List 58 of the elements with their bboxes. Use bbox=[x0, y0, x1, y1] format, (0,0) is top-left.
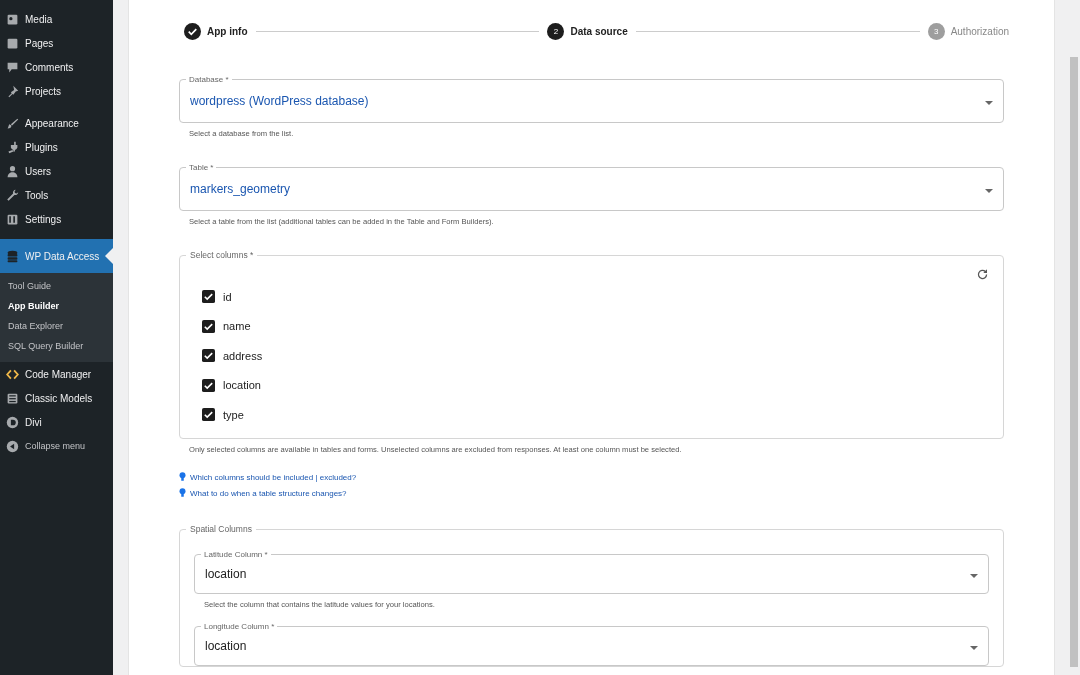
checkbox-label: type bbox=[223, 408, 244, 421]
step-number: 3 bbox=[927, 22, 945, 40]
step-label: Authorization bbox=[950, 25, 1009, 37]
checkbox-label: address bbox=[223, 349, 263, 362]
step-label: App info bbox=[207, 25, 248, 37]
pointer-icon bbox=[105, 248, 113, 264]
sidebar-item[interactable]: Tools bbox=[0, 183, 113, 207]
submenu-item[interactable]: Tool Guide bbox=[0, 276, 113, 296]
wrench-icon bbox=[6, 188, 19, 202]
checkbox[interactable] bbox=[202, 319, 215, 333]
sidebar-item[interactable]: Projects bbox=[0, 79, 113, 103]
check-circle-icon bbox=[184, 22, 201, 40]
brush-icon bbox=[6, 116, 19, 130]
user-icon bbox=[6, 164, 19, 178]
sidebar-item[interactable]: Users bbox=[0, 159, 113, 183]
scrollbar-thumb[interactable] bbox=[1070, 57, 1078, 667]
plug-icon bbox=[6, 140, 19, 154]
media-icon bbox=[6, 12, 19, 26]
submenu-item[interactable]: SQL Query Builder bbox=[0, 336, 113, 356]
refresh-icon[interactable] bbox=[976, 268, 989, 281]
help-link[interactable]: Which columns should be included | excluded? bbox=[190, 472, 357, 482]
checkbox-label: id bbox=[223, 290, 232, 303]
checkbox-label: name bbox=[223, 320, 251, 333]
database-icon bbox=[6, 249, 19, 263]
sidebar-item[interactable]: Divi bbox=[0, 410, 113, 434]
lightbulb-icon bbox=[179, 488, 186, 498]
lightbulb-icon bbox=[179, 472, 186, 482]
sidebar-item[interactable]: Collapse menu bbox=[0, 434, 113, 458]
sidebar-item[interactable]: WP Data Access bbox=[0, 239, 113, 273]
sidebar-item[interactable]: Comments bbox=[0, 55, 113, 79]
checkbox[interactable] bbox=[202, 378, 215, 392]
code-icon bbox=[6, 367, 19, 381]
collapse-icon bbox=[6, 439, 19, 453]
submenu-item[interactable]: Data Explorer bbox=[0, 316, 113, 336]
submenu-item[interactable]: App Builder bbox=[0, 296, 113, 316]
checkbox-label: location bbox=[223, 379, 261, 392]
caret-icon bbox=[970, 574, 978, 578]
panel-legend: Spatial Columns bbox=[186, 524, 256, 535]
sidebar-item[interactable]: Classic Models bbox=[0, 386, 113, 410]
sidebar-item[interactable]: Media bbox=[0, 7, 113, 31]
caret-icon bbox=[985, 101, 993, 105]
step-number: 2 bbox=[547, 22, 565, 40]
step-label: Data source bbox=[570, 25, 628, 37]
sidebar-item[interactable]: Settings bbox=[0, 207, 113, 231]
speech-bubble-icon bbox=[6, 60, 19, 74]
caret-icon bbox=[970, 646, 978, 650]
checkbox[interactable] bbox=[202, 349, 215, 363]
sidebar-item[interactable]: Code Manager bbox=[0, 362, 113, 386]
sidebar-item[interactable]: Appearance bbox=[0, 111, 113, 135]
pin-icon bbox=[6, 84, 19, 98]
checkbox[interactable] bbox=[202, 290, 215, 304]
sidebar-item[interactable]: Pages bbox=[0, 31, 113, 55]
letter-circle-icon bbox=[6, 415, 19, 429]
panel-legend: Select columns * bbox=[186, 250, 258, 261]
caret-icon bbox=[985, 189, 993, 193]
checkbox[interactable] bbox=[202, 408, 215, 422]
sidebar-item[interactable]: Plugins bbox=[0, 135, 113, 159]
help-link[interactable]: What to do when a table structure changes? bbox=[190, 488, 347, 498]
